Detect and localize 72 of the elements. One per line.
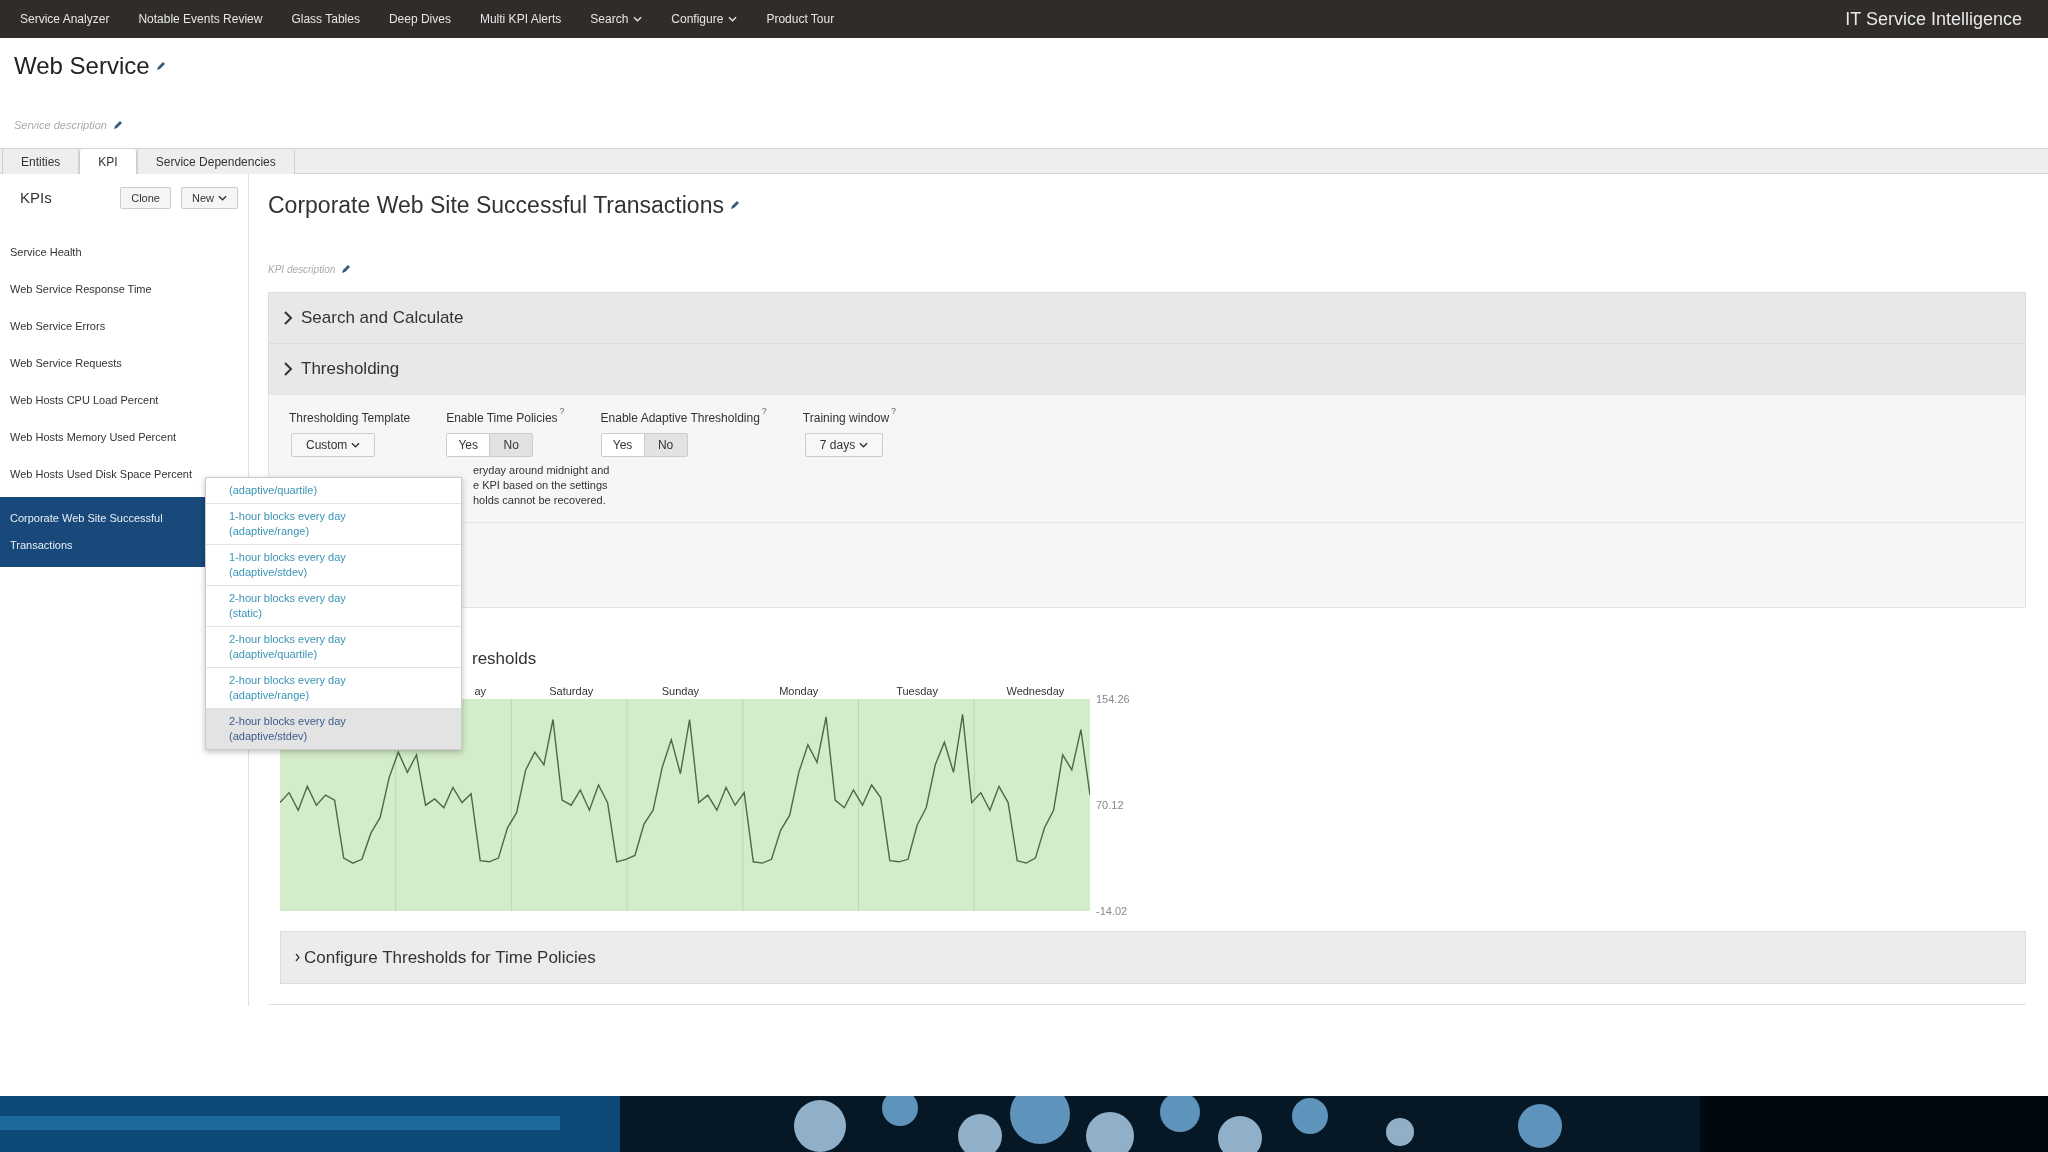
caret-icon — [218, 195, 227, 201]
field-label: Enable Time Policies — [446, 409, 558, 427]
day-label: Monday — [779, 684, 819, 699]
menu-item[interactable]: 2-hour blocks every day (adaptive/range) — [206, 667, 461, 708]
pencil-icon[interactable] — [341, 264, 352, 274]
section-header[interactable]: Thresholding — [268, 342, 2026, 395]
dropdown-button[interactable]: Custom — [291, 432, 376, 457]
service-title: Web Service — [14, 51, 150, 81]
day-label: Tuesday — [896, 684, 938, 699]
toggle-option[interactable]: Yes — [600, 432, 645, 457]
tab[interactable]: KPI — [79, 149, 137, 174]
toggle-option[interactable]: Yes — [446, 432, 491, 457]
note-text: e KPI based on the settings — [473, 477, 609, 493]
day-label: Wednesday — [1006, 684, 1065, 699]
menu-item[interactable]: 2-hour blocks every day (static) — [206, 585, 461, 626]
help-mark[interactable]: ? — [891, 404, 897, 418]
sidebar-button[interactable]: New — [181, 187, 238, 209]
menu-item[interactable]: 1-hour blocks every day (adaptive/range) — [206, 503, 461, 544]
section-header[interactable]: Configure Thresholds for Time Policies — [280, 931, 2026, 984]
menu-item[interactable]: 1-hour blocks every day (adaptive/stdev) — [206, 544, 461, 585]
nav-link[interactable]: Glass Tables — [291, 10, 360, 28]
chevron-right-icon — [283, 310, 293, 325]
caret-icon — [351, 441, 361, 448]
toggle-option[interactable]: No — [489, 432, 534, 457]
nav-link[interactable]: Multi KPI Alerts — [479, 10, 562, 28]
axis-label: -14.02 — [1096, 903, 1128, 919]
kpi-list-item[interactable]: Corporate Web Site Successful Transactions — [0, 497, 205, 567]
help-mark[interactable]: ? — [761, 404, 767, 418]
kpis-heading: KPIs — [20, 187, 52, 208]
field-label: Enable Adaptive Thresholding — [600, 409, 760, 427]
nav-link[interactable]: Product Tour — [766, 10, 835, 28]
note-text: eryday around midnight and — [473, 462, 611, 478]
kpi-list-item[interactable]: Service Health — [0, 234, 248, 271]
nav-link[interactable]: Service Analyzer — [20, 10, 110, 28]
axis-label: 70.12 — [1096, 797, 1124, 813]
kpi-list-item[interactable]: Web Service Requests — [0, 345, 248, 382]
app-name: IT Service Intelligence — [1845, 7, 2022, 31]
field-label: Training window — [802, 409, 890, 427]
chevron-right-icon — [295, 953, 300, 962]
nav-link[interactable]: Search — [590, 10, 643, 28]
nav-link[interactable]: Configure — [671, 10, 738, 28]
menu-item[interactable]: 2-hour blocks every day (adaptive/stdev) — [206, 708, 461, 749]
nav-link[interactable]: Deep Dives — [388, 10, 451, 28]
chevron-right-icon — [283, 361, 293, 376]
kpi-title: Corporate Web Site Successful Transactions — [268, 191, 724, 220]
toggle-option[interactable]: No — [643, 432, 688, 457]
caret-icon — [728, 16, 738, 22]
nav-link[interactable]: Notable Events Review — [138, 10, 263, 28]
note-text: holds cannot be recovered. — [473, 492, 607, 508]
kpi-list-item[interactable]: Web Service Response Time — [0, 271, 248, 308]
sidebar-button[interactable]: Clone — [120, 187, 171, 209]
menu-item[interactable]: (adaptive/quartile) — [206, 478, 461, 503]
axis-label: 154.26 — [1096, 691, 1130, 707]
section-header[interactable]: Search and Calculate — [268, 291, 2026, 344]
preview-heading: resholds — [472, 648, 537, 668]
day-label: Saturday — [549, 684, 594, 699]
kpi-list-item[interactable]: Web Hosts CPU Load Percent — [0, 382, 248, 419]
pencil-icon[interactable] — [112, 120, 123, 131]
dropdown-button[interactable]: 7 days — [804, 432, 884, 457]
tab[interactable]: Entities — [2, 149, 80, 174]
caret-icon — [633, 16, 643, 22]
kpi-list-item[interactable]: Web Hosts Memory Used Percent — [0, 419, 248, 456]
day-label: ay — [474, 684, 487, 699]
day-label: Sunday — [661, 684, 700, 699]
help-mark[interactable]: ? — [559, 404, 565, 418]
kpi-list-item[interactable]: Web Service Errors — [0, 308, 248, 345]
tab[interactable]: Service Dependencies — [136, 149, 295, 174]
caret-icon — [859, 441, 869, 448]
menu-item[interactable]: 2-hour blocks every day (adaptive/quartile) — [206, 626, 461, 667]
pencil-icon[interactable] — [155, 61, 166, 71]
field-label: Thresholding Template — [289, 409, 411, 427]
pencil-icon[interactable] — [729, 200, 740, 211]
